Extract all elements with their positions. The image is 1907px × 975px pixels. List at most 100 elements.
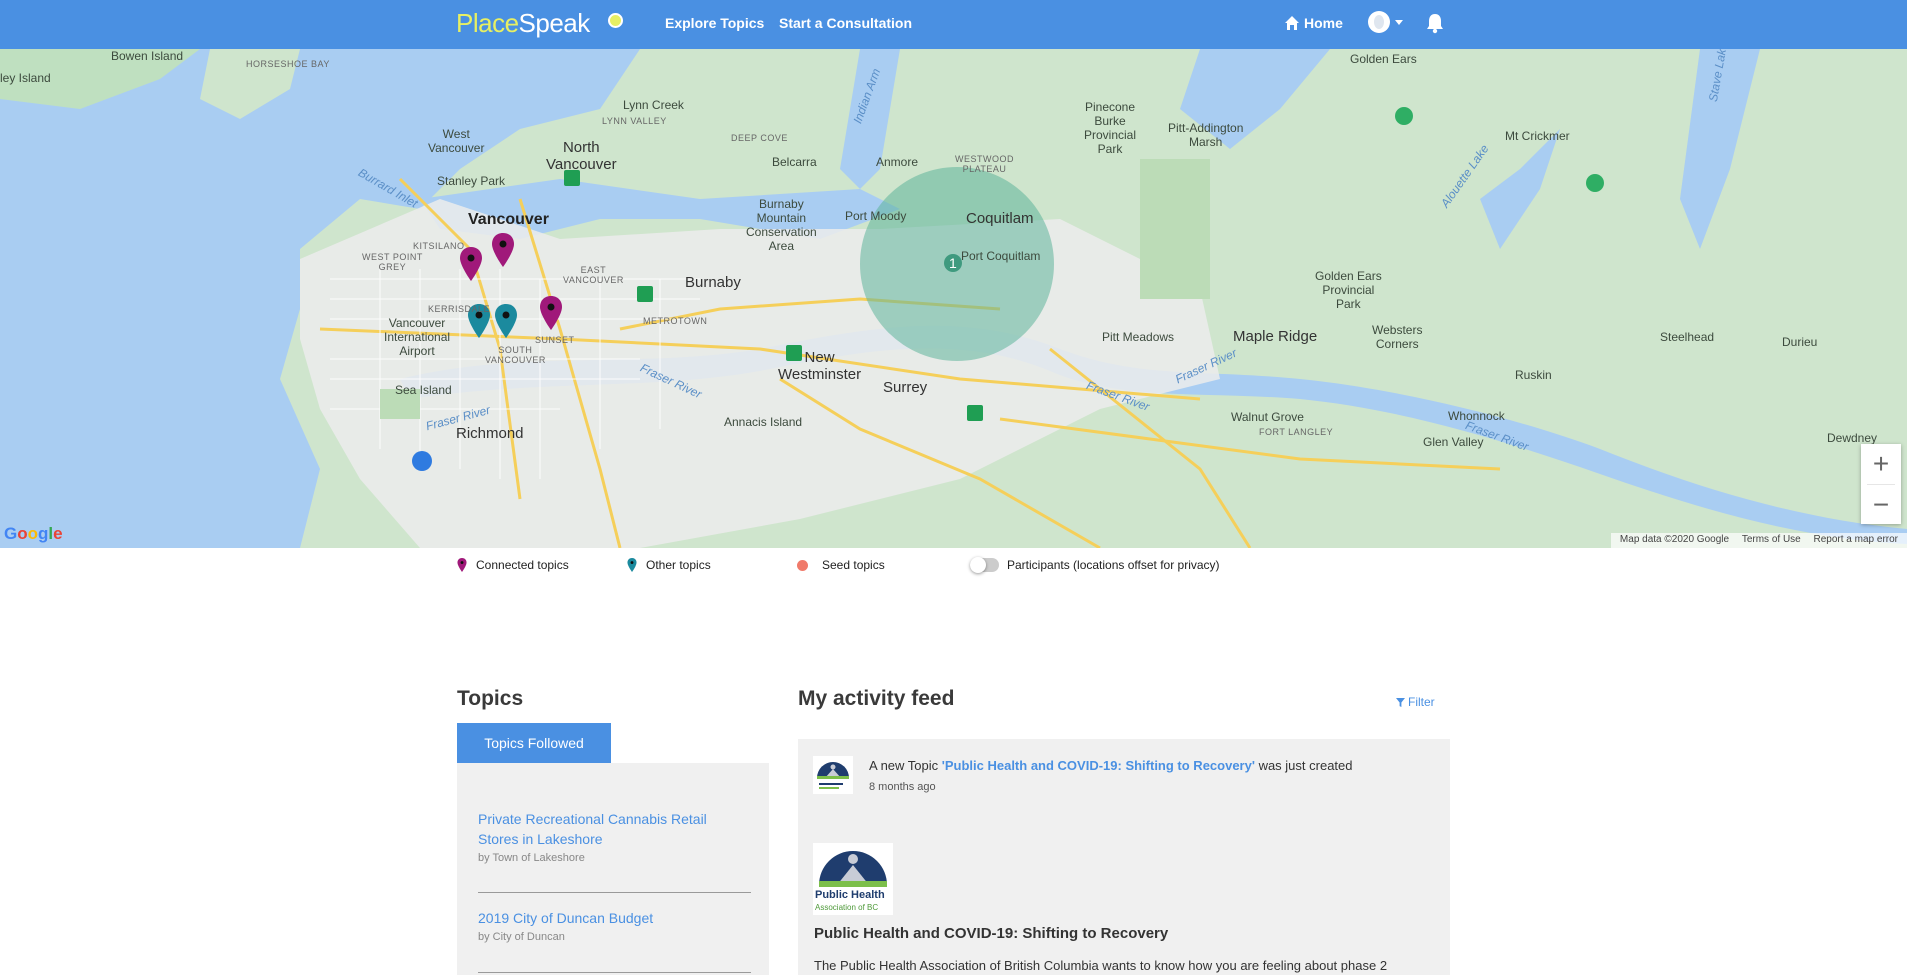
activity-feed-heading: My activity feed <box>798 687 955 710</box>
map-label: Richmond <box>456 425 524 442</box>
map-label: West Vancouver <box>428 127 485 155</box>
legend-other: Other topics <box>627 558 711 572</box>
map-label: KERRISDALE <box>428 304 491 314</box>
topic-title-link[interactable]: Private Recreational Cannabis Retail Sto… <box>478 809 748 849</box>
connected-pin-icon <box>457 558 467 572</box>
activity-feed-panel: A new Topic 'Public Health and COVID-19:… <box>798 739 1450 975</box>
map-label: METROTOWN <box>643 316 708 326</box>
legend-seed: Seed topics <box>797 558 885 572</box>
map-label: SUNSET <box>535 335 575 345</box>
report-map-error-link[interactable]: Report a map error <box>1814 534 1898 545</box>
map-attribution: Map data ©2020 Google Terms of Use Repor… <box>1610 533 1907 548</box>
cluster-count[interactable]: 1 <box>949 255 957 271</box>
map-label: Pinecone Burke Provincial Park <box>1084 100 1137 156</box>
map-pin-other[interactable] <box>495 304 517 338</box>
legend-connected-label: Connected topics <box>476 558 569 572</box>
map-label: Durieu <box>1782 335 1818 349</box>
topics-list-panel: Private Recreational Cannabis Retail Sto… <box>457 763 769 975</box>
map-label: Lynn Creek <box>623 98 684 112</box>
map-label: HORSESHOE BAY <box>246 59 330 69</box>
public-health-logo-small[interactable] <box>813 756 853 794</box>
topic-list-item[interactable]: 2019 City of Duncan Budget by City of Du… <box>478 908 748 943</box>
public-health-logo[interactable]: Public Health Association of BC <box>813 843 893 915</box>
activity-card-description: The Public Health Association of British… <box>814 958 1388 973</box>
map-label: LYNN VALLEY <box>602 116 667 126</box>
logo-text-line2: Association of BC <box>815 903 879 912</box>
other-pin-icon <box>627 558 637 572</box>
topic-author: by Town of Lakeshore <box>478 852 585 864</box>
map-label: Maple Ridge <box>1233 328 1318 345</box>
home-icon[interactable] <box>1284 15 1300 31</box>
map-pin-connected[interactable] <box>492 233 514 267</box>
map-pin-connected[interactable] <box>540 296 562 330</box>
map-label: Sea Island <box>395 383 452 397</box>
map-label: WESTWOOD PLATEAU <box>955 154 1014 174</box>
map-label: Surrey <box>883 379 928 396</box>
map-label: Pitt Meadows <box>1102 330 1175 344</box>
map-zoom-controls: + − <box>1861 444 1901 524</box>
map-label: Bowen Island <box>111 49 184 63</box>
map-label: Burnaby Mountain Conservation Area <box>746 197 817 253</box>
map-label: Anmore <box>876 155 919 169</box>
activity-card-title[interactable]: Public Health and COVID-19: Shifting to … <box>814 925 1168 942</box>
activity-item-text: A new Topic 'Public Health and COVID-19:… <box>869 758 1353 773</box>
placespeak-logo[interactable]: PlaceSpeak <box>456 8 590 39</box>
map-pin-connected[interactable] <box>460 247 482 281</box>
chevron-down-icon[interactable] <box>1395 20 1403 25</box>
zoom-out-button[interactable]: − <box>1861 485 1901 525</box>
home-link[interactable]: Home <box>1304 15 1343 31</box>
activity-topic-link[interactable]: 'Public Health and COVID-19: Shifting to… <box>942 758 1255 773</box>
explore-topics-link[interactable]: Explore Topics <box>665 15 764 31</box>
map-label: Belcarra <box>772 155 817 169</box>
legend-participants: Participants (locations offset for priva… <box>970 557 1220 573</box>
map-label: Vancouver <box>468 211 549 228</box>
map-label: EAST VANCOUVER <box>563 265 624 285</box>
activity-timestamp: 8 months ago <box>869 781 936 793</box>
map-label: Golden Ears Provincial Park <box>1315 269 1382 311</box>
logo-speech-bubble-icon <box>608 13 623 28</box>
logo-text-line1: Public Health <box>815 889 885 901</box>
map-label: KITSILANO <box>413 241 465 251</box>
map-label: New Westminster <box>778 349 862 383</box>
start-consultation-link[interactable]: Start a Consultation <box>779 15 912 31</box>
map-label: Port Coquitlam <box>961 249 1041 263</box>
topics-heading: Topics <box>457 687 524 710</box>
user-avatar[interactable] <box>1368 11 1390 33</box>
google-logo[interactable]: Google <box>4 524 63 544</box>
map-label: Burnaby <box>685 274 741 291</box>
topic-title-link[interactable]: 2019 City of Duncan Budget <box>478 908 748 928</box>
map-label: DEEP COVE <box>731 133 788 143</box>
map-base-graphic: 1 <box>0 49 1907 548</box>
terms-link[interactable]: Terms of Use <box>1742 534 1801 545</box>
topic-list-item[interactable]: Private Recreational Cannabis Retail Sto… <box>478 809 748 864</box>
seed-dot-icon <box>797 559 808 571</box>
top-nav-bar: PlaceSpeak Explore Topics Start a Consul… <box>0 0 1907 49</box>
zoom-in-button[interactable]: + <box>1861 444 1901 484</box>
topic-author: by City of Duncan <box>478 931 565 943</box>
topics-followed-tab[interactable]: Topics Followed <box>457 723 611 763</box>
topic-divider <box>478 972 751 973</box>
filter-icon <box>1396 697 1405 707</box>
bell-icon[interactable] <box>1425 12 1445 34</box>
map-label: ley Island <box>0 71 51 85</box>
map-label: Dewdney <box>1827 431 1878 445</box>
map-label: SOUTH VANCOUVER <box>485 345 546 365</box>
map-label: Vancouver International Airport <box>384 316 451 358</box>
topic-divider <box>478 892 751 893</box>
map-label: FORT LANGLEY <box>1259 427 1334 437</box>
map-label: Steelhead <box>1660 330 1715 344</box>
map-label: Port Moody <box>845 209 907 223</box>
map-label: Websters Corners <box>1372 323 1423 351</box>
map-label: WEST POINT GREY <box>362 252 423 272</box>
map-data-text: Map data ©2020 Google <box>1619 534 1730 545</box>
legend-seed-label: Seed topics <box>822 558 885 572</box>
map-label: Pitt-Addington Marsh <box>1168 121 1244 149</box>
map-label: Glen Valley <box>1423 435 1484 449</box>
map-label: Coquitlam <box>966 210 1034 227</box>
map-label: Whonnock <box>1448 409 1505 423</box>
participants-toggle[interactable] <box>970 557 999 573</box>
topics-map[interactable]: 1 Bowen Island HORSESHOE BAY ley Island … <box>0 49 1907 548</box>
map-label: Walnut Grove <box>1231 410 1304 424</box>
legend-connected: Connected topics <box>457 558 569 572</box>
filter-button[interactable]: Filter <box>1396 695 1435 709</box>
